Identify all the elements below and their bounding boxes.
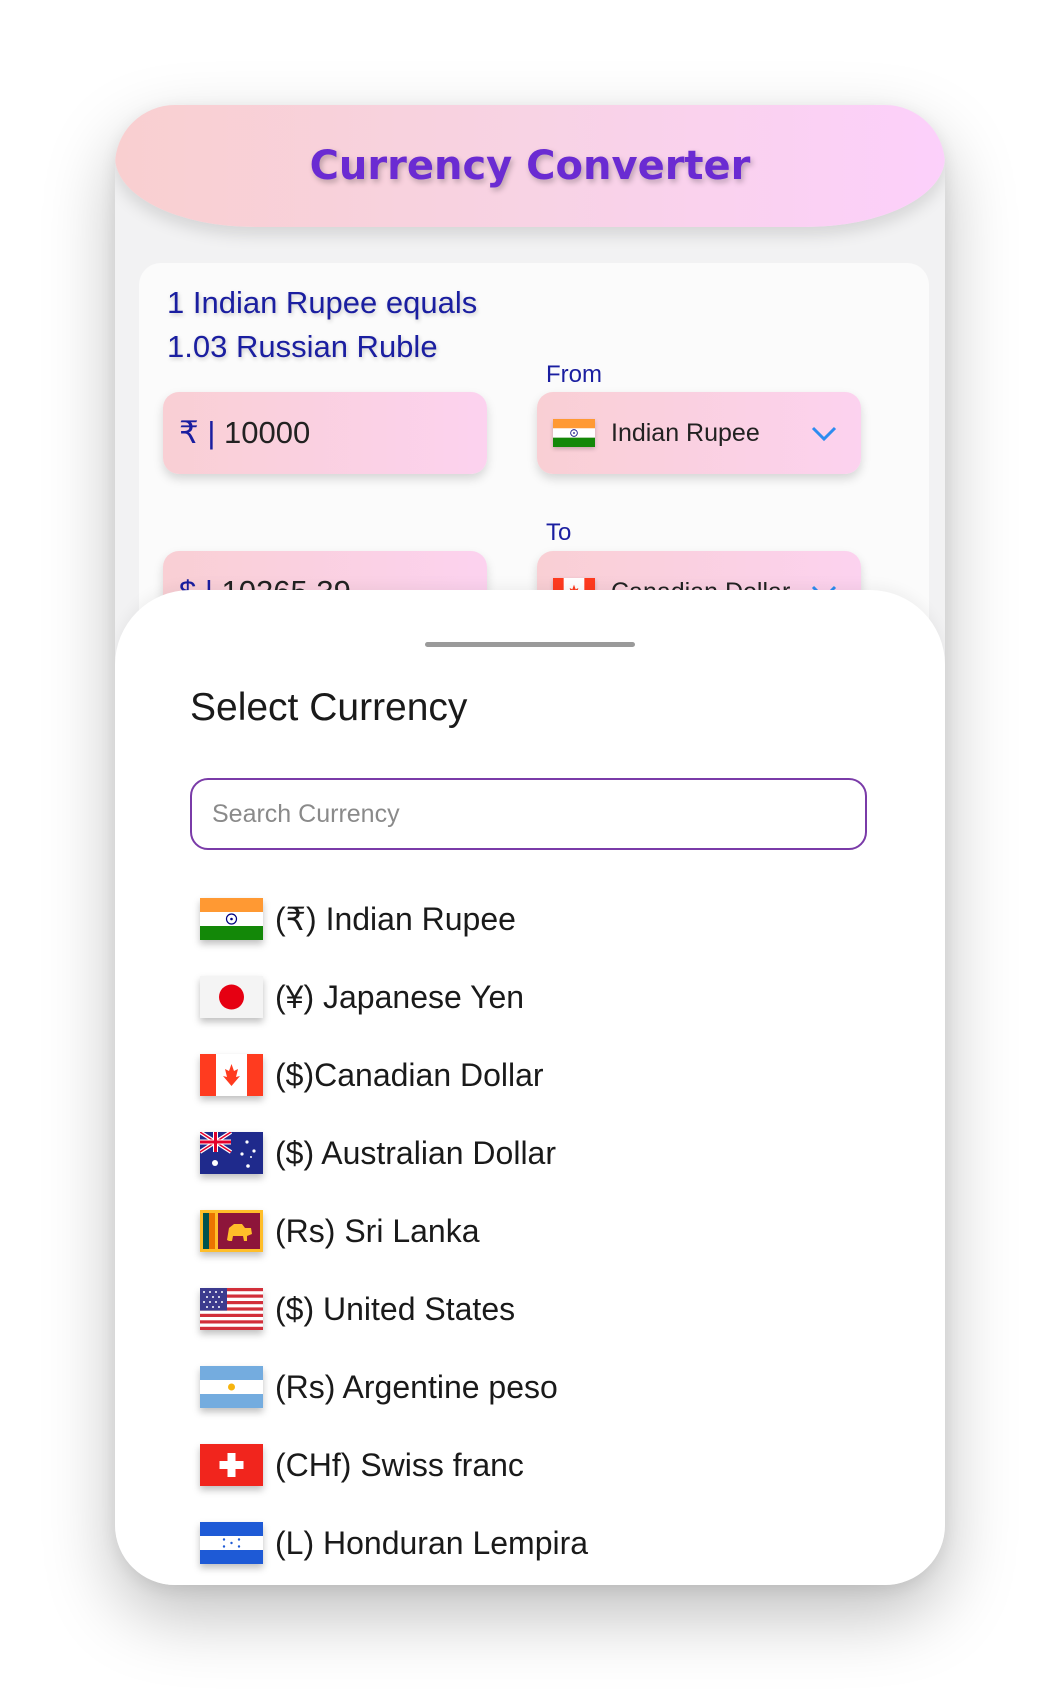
sri-lanka-flag-icon [200,1210,263,1252]
currency-label: ($) United States [275,1290,516,1327]
from-amount[interactable]: ₹ | 10000 [179,415,310,451]
phone-frame: Currency Converter 1 Indian Rupee equals… [115,105,945,1585]
to-label: To [546,519,572,546]
argentina-flag-icon [200,1366,263,1408]
from-currency-select[interactable]: Indian Rupee [537,392,861,474]
india-flag-icon [200,898,263,940]
list-item[interactable]: (L) Honduran Lempira [200,1504,880,1582]
rate-line-1: 1 Indian Rupee equals [167,285,478,320]
list-item[interactable]: ($)Canadian Dollar [200,1036,880,1114]
currency-label: (¥) Japanese Yen [275,978,525,1015]
switzerland-flag-icon [200,1444,263,1486]
list-item[interactable]: (Rs) Sri Lanka [200,1192,880,1270]
sheet-title: Select Currency [190,686,468,729]
list-item[interactable]: ($) Australian Dollar [200,1114,880,1192]
chevron-down-icon [811,426,837,442]
from-symbol: ₹ [179,415,199,450]
currency-label: ($) Australian Dollar [275,1134,556,1171]
australia-flag-icon [200,1132,263,1174]
usa-flag-icon [200,1288,263,1330]
currency-label: (Rs) Sri Lanka [275,1212,480,1249]
currency-list: (₹) Indian Rupee (¥) Japanese Yen ($)Can… [200,880,880,1582]
list-item[interactable]: (¥) Japanese Yen [200,958,880,1036]
currency-label: (₹) Indian Rupee [275,901,516,937]
rate-line-2: 1.03 Russian Ruble [167,329,438,364]
list-item[interactable]: ($) United States [200,1270,880,1348]
search-currency-input[interactable] [190,778,867,850]
from-currency-name: Indian Rupee [611,418,760,447]
japan-flag-icon [200,976,263,1018]
select-currency-sheet: Select Currency (₹) Indian Rupee (¥) Jap… [115,590,945,1585]
india-flag-icon [553,419,595,447]
exchange-rate-text: 1 Indian Rupee equals 1.03 Russian Ruble [167,281,477,369]
from-label: From [546,361,602,388]
currency-label: ($)Canadian Dollar [275,1056,544,1093]
currency-label: (Rs) Argentine peso [275,1368,558,1405]
currency-label: (CHf) Swiss franc [275,1446,524,1483]
list-item[interactable]: (CHf) Swiss franc [200,1426,880,1504]
canada-flag-icon [200,1054,263,1096]
app-header: Currency Converter [115,105,945,227]
honduras-flag-icon [200,1522,263,1564]
from-amount-field[interactable]: ₹ | 10000 [163,392,487,474]
currency-label: (L) Honduran Lempira [275,1524,589,1561]
list-item[interactable]: (Rs) Argentine peso [200,1348,880,1426]
list-item[interactable]: (₹) Indian Rupee [200,880,880,958]
sheet-drag-handle[interactable] [425,642,635,647]
app-title: Currency Converter [309,143,751,189]
